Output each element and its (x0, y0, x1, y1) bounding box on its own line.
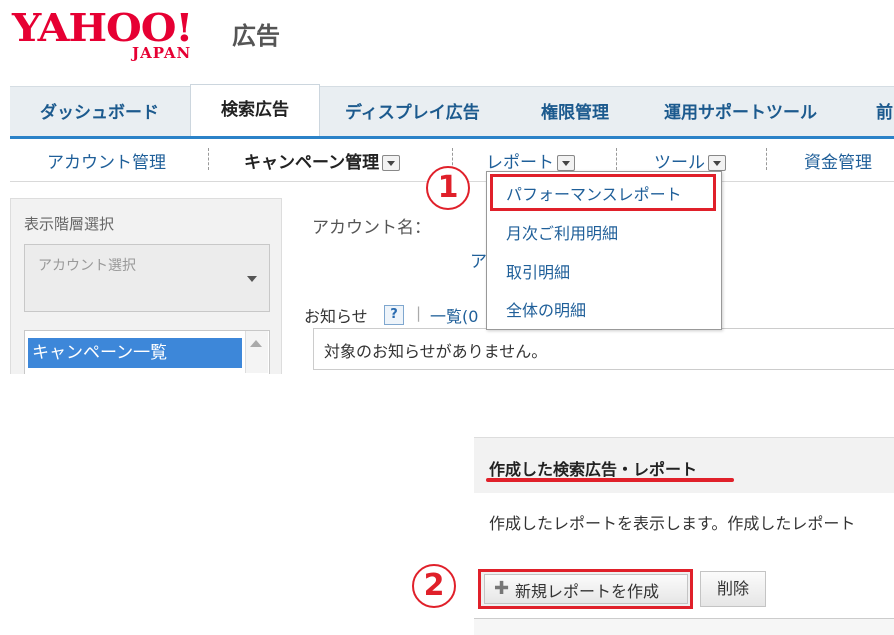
subnav-account-management[interactable]: アカウント管理 (47, 148, 166, 173)
subnav-tools[interactable]: ツール (654, 148, 726, 173)
tab-support-tools[interactable]: 運用サポートツール (664, 86, 817, 136)
menu-item-transaction-details[interactable]: 取引明細 (506, 259, 570, 283)
hierarchy-panel-title: 表示階層選択 (24, 215, 115, 233)
subnav-tools-label: ツール (654, 153, 705, 173)
tab-dashboard[interactable]: ダッシュボード (40, 86, 159, 136)
chevron-down-icon[interactable] (382, 155, 401, 171)
plus-icon: ✚ (494, 578, 510, 599)
account-name-label: アカウント名： (312, 218, 431, 238)
notice-separator: | (416, 304, 422, 322)
subnav-report[interactable]: レポート (486, 148, 575, 173)
tab-search-ads[interactable]: 検索広告 (190, 84, 320, 138)
campaign-list-scrollbar[interactable] (245, 331, 268, 373)
chevron-down-icon[interactable] (708, 155, 726, 171)
logo-suffix-text: 広告 (232, 22, 280, 50)
logo-sub-text: JAPAN (132, 44, 192, 62)
subnav-campaign-management[interactable]: キャンペーン管理 (244, 148, 401, 173)
subnav-separator (766, 148, 768, 170)
scroll-up-icon[interactable] (250, 340, 262, 347)
menu-item-overall-details[interactable]: 全体の明細 (506, 297, 586, 321)
highlight-box-step1 (490, 174, 716, 211)
chevron-down-icon[interactable] (557, 155, 575, 171)
report-table-header (474, 618, 894, 635)
step-1-marker: 1 (426, 166, 470, 210)
tab-more[interactable]: 前 (876, 86, 893, 136)
step-2-marker: 2 (412, 564, 456, 608)
help-icon[interactable]: ? (384, 305, 404, 325)
report-title-underline (486, 478, 734, 482)
delete-button[interactable]: 削除 (700, 571, 766, 607)
tab-display-ads[interactable]: ディスプレイ広告 (345, 86, 480, 136)
account-name-link[interactable]: ア (470, 247, 487, 272)
report-section-title: 作成した検索広告・レポート (489, 460, 698, 479)
account-select-placeholder: アカウント選択 (38, 258, 136, 274)
notice-text: 対象のお知らせがありません。 (324, 342, 548, 361)
new-report-button-label: 新規レポートを作成 (515, 582, 660, 601)
report-section-description: 作成したレポートを表示します。作成したレポート (489, 514, 856, 533)
subnav-separator (208, 148, 210, 170)
caret-down-icon[interactable] (247, 276, 257, 282)
subnav-report-label: レポート (486, 153, 554, 173)
subnav-campaign-label: キャンペーン管理 (244, 153, 380, 173)
menu-item-monthly-statement[interactable]: 月次ご利用明細 (506, 220, 618, 244)
notice-label: お知らせ (304, 307, 368, 326)
notice-list-link[interactable]: 一覧(0 (430, 303, 478, 327)
tab-permissions[interactable]: 権限管理 (541, 86, 609, 136)
subnav-funds-management[interactable]: 資金管理 (804, 148, 872, 173)
campaign-list-item[interactable]: キャンペーン一覧 (28, 338, 242, 368)
subnav-separator (616, 148, 618, 170)
